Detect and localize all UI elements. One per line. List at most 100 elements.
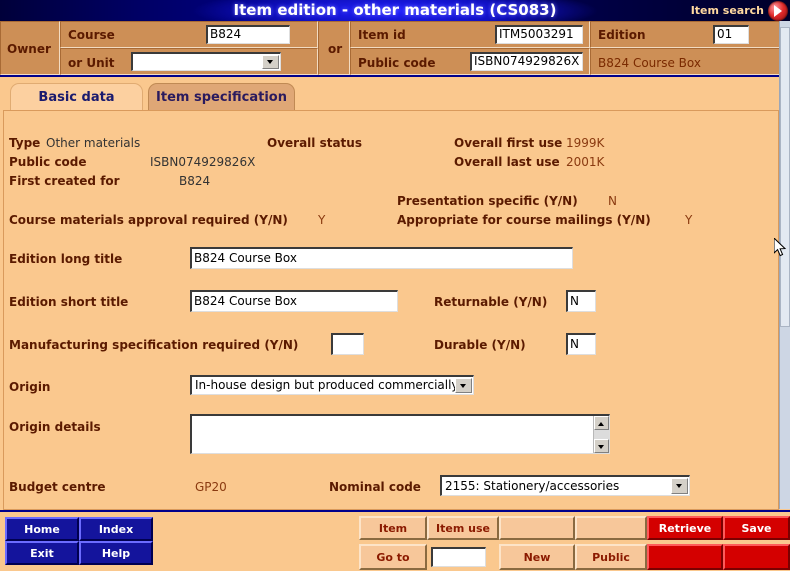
manufacturing-spec-label: Manufacturing specification required (Y/… (9, 338, 299, 352)
page-scrollbar[interactable] (779, 21, 790, 509)
basic-public-code-label: Public code (9, 155, 87, 169)
course-input[interactable]: B824 (206, 25, 290, 44)
first-created-for-label: First created for (9, 174, 120, 188)
unit-select[interactable] (131, 52, 281, 71)
public-code-input[interactable]: ISBN074929826X (470, 52, 583, 71)
blank-button-1[interactable] (499, 516, 575, 540)
scroll-up-icon[interactable] (594, 416, 609, 430)
item-search-icon[interactable] (768, 1, 788, 21)
new-edition-button[interactable]: New edition (499, 544, 575, 570)
nominal-code-value: 2155: Stationery/accessories (445, 479, 620, 493)
nominal-code-label: Nominal code (329, 480, 421, 494)
type-label: Type (9, 136, 41, 150)
blank-button-4[interactable] (723, 544, 790, 570)
edition-long-title-label: Edition long title (9, 252, 123, 266)
basic-data-panel: Type Other materials Overall status Over… (3, 110, 779, 510)
appropriate-mailings-label: Appropriate for course mailings (Y/N) (397, 213, 651, 227)
origin-details-textarea[interactable] (190, 414, 610, 454)
goto-button[interactable]: Go to (359, 544, 427, 570)
retrieve-button-label: Retrieve (658, 522, 712, 535)
goto-input[interactable] (431, 547, 486, 567)
page-scrollbar-thumb[interactable] (780, 27, 790, 327)
origin-label: Origin (9, 380, 51, 394)
item-button[interactable]: Item (359, 516, 427, 540)
edition-cell: Edition (590, 21, 790, 48)
manufacturing-spec-input[interactable] (331, 333, 364, 355)
returnable-value: N (570, 294, 579, 308)
chevron-down-icon[interactable] (262, 55, 279, 69)
budget-centre-value: GP20 (195, 480, 227, 494)
help-button[interactable]: Help (79, 541, 153, 565)
origin-select-value: In-house design but produced commerciall… (195, 378, 455, 392)
blank-button-2[interactable] (575, 516, 647, 540)
item-id-input[interactable]: ITM5003291 (495, 25, 583, 44)
owner-header-bar: Owner Course B824 or Unit or Item id ITM… (0, 21, 790, 77)
public-code-label: Public code (358, 56, 436, 70)
public-code-button[interactable]: Public code (575, 544, 647, 570)
overall-last-use-label: Overall last use (454, 155, 560, 169)
exit-button-label: Exit (30, 547, 54, 560)
tab-strip: Basic data Item specification (0, 79, 790, 111)
owner-label: Owner (7, 42, 51, 56)
help-button-label: Help (101, 547, 131, 560)
or-label: or (328, 42, 343, 56)
chevron-down-icon[interactable] (671, 478, 688, 494)
tab-item-specification[interactable]: Item specification (148, 83, 295, 111)
save-button-label: Save (741, 522, 772, 535)
tab-item-specification-label: Item specification (156, 90, 287, 105)
mouse-cursor (773, 236, 788, 258)
index-button[interactable]: Index (79, 517, 153, 541)
overall-first-use-label: Overall first use (454, 136, 563, 150)
index-button-label: Index (98, 523, 134, 536)
returnable-input[interactable]: N (566, 290, 596, 312)
course-input-value: B824 (210, 27, 242, 41)
course-materials-approval-value: Y (318, 213, 326, 227)
overall-last-use-value: 2001K (566, 155, 605, 169)
exit-button[interactable]: Exit (5, 541, 79, 565)
edition-long-title-input[interactable]: B824 Course Box (190, 247, 573, 269)
blank-button-3[interactable] (647, 544, 723, 570)
edition-short-title-input[interactable]: B824 Course Box (190, 290, 398, 312)
save-button[interactable]: Save (723, 516, 790, 540)
bottom-toolbar: Home Index Exit Help Item Item use Retri… (0, 510, 790, 571)
public-code-button-label: Public code (592, 551, 630, 564)
or-unit-label: or Unit (68, 56, 115, 70)
durable-input[interactable]: N (566, 333, 596, 355)
page-title: Item edition - other materials (CS083) (233, 1, 557, 19)
overall-first-use-value: 1999K (566, 136, 605, 150)
item-button-label: Item (378, 522, 408, 535)
edition-input-value: 01 (717, 27, 733, 41)
chevron-down-icon[interactable] (455, 378, 472, 393)
public-code-description-cell: B824 Course Box (590, 48, 790, 75)
retrieve-button[interactable]: Retrieve (647, 516, 723, 540)
item-use-button-label: Item use (436, 522, 490, 535)
durable-value: N (570, 337, 579, 351)
origin-details-scrollbar[interactable] (593, 416, 609, 453)
home-button[interactable]: Home (5, 517, 79, 541)
origin-select[interactable]: In-house design but produced commerciall… (190, 375, 474, 395)
or-separator-cell: or (318, 21, 350, 75)
tab-basic-data-label: Basic data (38, 90, 115, 105)
budget-centre-label: Budget centre (9, 480, 106, 494)
overall-status-label: Overall status (267, 136, 362, 150)
public-code-description: B824 Course Box (598, 56, 701, 70)
goto-button-label: Go to (376, 551, 410, 564)
item-search-link[interactable]: Item search (691, 3, 764, 18)
new-edition-button-label: New edition (523, 551, 551, 564)
course-label: Course (68, 28, 115, 42)
scroll-down-icon[interactable] (594, 439, 609, 453)
edition-input[interactable]: 01 (713, 25, 749, 44)
presentation-specific-label: Presentation specific (Y/N) (397, 194, 578, 208)
home-button-label: Home (24, 523, 60, 536)
owner-cell: Owner (0, 21, 60, 75)
edition-short-title-label: Edition short title (9, 295, 129, 309)
edition-long-title-value: B824 Course Box (194, 251, 297, 265)
item-use-button[interactable]: Item use (427, 516, 499, 540)
basic-public-code-value: ISBN074929826X (150, 155, 256, 169)
returnable-label: Returnable (Y/N) (434, 295, 548, 309)
tab-basic-data[interactable]: Basic data (10, 83, 143, 111)
durable-label: Durable (Y/N) (434, 338, 526, 352)
origin-details-label: Origin details (9, 420, 101, 434)
nominal-code-select[interactable]: 2155: Stationery/accessories (440, 475, 690, 496)
type-value: Other materials (46, 136, 141, 150)
